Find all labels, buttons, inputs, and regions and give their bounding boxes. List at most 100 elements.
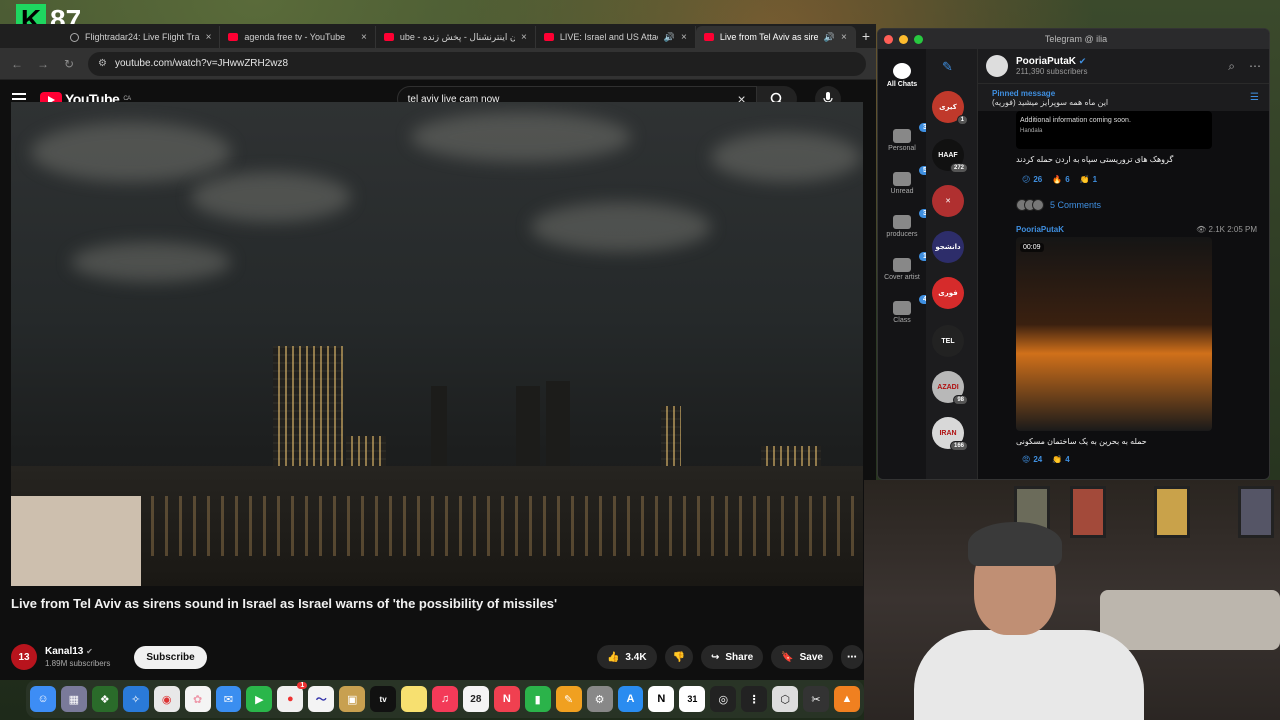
folder-cover-artist[interactable]: 1 Cover artist [878, 252, 931, 281]
chat-avatar[interactable]: TEL [932, 325, 964, 357]
chat-avatar[interactable]: HAAF 272 [932, 139, 968, 173]
stash-icon[interactable]: ❖ [91, 686, 118, 712]
tab-iran-international[interactable]: ube - ایران اینترنشنال - پخش زنده × [376, 26, 536, 48]
comments-link[interactable]: 5 Comments [1016, 199, 1101, 211]
reaction-fire[interactable]: 🔥 6 [1052, 175, 1069, 184]
messages-icon[interactable]: ● 1 [277, 682, 308, 712]
pin-list-icon[interactable]: ☰ [1250, 92, 1259, 103]
preview-icon[interactable]: ▣ [339, 686, 366, 712]
channel-title-text: PooriaPutaK [1016, 56, 1077, 67]
chat-avatar[interactable]: ✕ [932, 185, 964, 217]
pinned-message-bar[interactable]: Pinned message این ماه همه سوپرایز میشید… [978, 83, 1269, 111]
chat-avatar[interactable]: فوری [932, 277, 964, 309]
photos-icon[interactable]: ✿ [184, 686, 211, 712]
close-window-button[interactable] [884, 34, 893, 44]
back-icon[interactable]: ← [10, 57, 24, 71]
calendar-icon[interactable]: 28 [462, 686, 489, 712]
tab-agenda[interactable]: agenda free tv - YouTube × [220, 26, 376, 48]
compose-icon[interactable]: ✎ [942, 59, 953, 75]
freeform-icon[interactable]: 〜 [308, 686, 335, 712]
site-info-icon[interactable]: ⚙ [98, 58, 107, 69]
save-button[interactable]: 🔖 Save [771, 645, 833, 669]
reaction-emoji: 😕 [1022, 175, 1031, 184]
folder-class[interactable]: 4 Class [878, 295, 931, 324]
message-reactions: 😕 26 🔥 6 👏 1 [1022, 175, 1097, 184]
app-store-icon[interactable]: A [617, 686, 644, 712]
cloud [191, 172, 351, 222]
channel-avatar[interactable]: 13 [11, 644, 37, 670]
logic-icon[interactable]: ◎ [710, 686, 737, 712]
calendar-app-icon[interactable]: 31 [679, 686, 706, 712]
message-author[interactable]: PooriaPutaK [1016, 225, 1064, 234]
close-icon[interactable]: × [841, 32, 847, 43]
like-button[interactable]: 👍 3.4K [596, 645, 657, 669]
message-image[interactable]: Additional information coming soon. Hand… [1016, 111, 1212, 149]
music-icon[interactable]: ♫ [431, 686, 458, 712]
channel-name[interactable]: Kanal13 ✔ [45, 646, 110, 657]
dislike-button[interactable]: 👎 [664, 645, 693, 669]
close-icon[interactable]: × [681, 32, 687, 43]
folder-producers[interactable]: 3 producers [878, 209, 931, 238]
chrome-icon[interactable]: ◉ [153, 686, 180, 712]
minimize-window-button[interactable] [899, 34, 908, 44]
vlc-icon[interactable]: ▲ [833, 686, 860, 712]
channel-meta[interactable]: PooriaPutaK ✔ 211,390 subscribers [1016, 56, 1087, 76]
tab-live-israel-us[interactable]: LIVE: Israel and US Attack 🔊 × [536, 26, 696, 48]
ableton-icon[interactable]: ⬡ [772, 686, 799, 712]
more-actions-button[interactable]: ⋯ [841, 645, 863, 669]
close-icon[interactable]: × [206, 32, 212, 43]
close-icon[interactable]: × [521, 32, 527, 43]
reaction-confused[interactable]: 😕 26 [1022, 175, 1042, 184]
bitwig-icon[interactable]: ⋮ [741, 686, 768, 712]
subscribe-button[interactable]: Subscribe [134, 645, 207, 669]
safari-icon[interactable]: ✧ [122, 686, 149, 712]
image-caption-text: Additional information coming soon. [1020, 117, 1131, 124]
finder-icon[interactable]: ☺ [30, 686, 56, 712]
folder-icon: 534 [893, 166, 939, 186]
folder-all-chats[interactable]: All Chats [878, 63, 926, 88]
facetime-icon[interactable]: ▶ [246, 686, 273, 712]
numbers-icon[interactable]: ▮ [524, 686, 551, 712]
video-message[interactable]: 00:09 [1016, 237, 1212, 431]
launchpad-icon[interactable]: ▦ [60, 686, 87, 712]
chat-avatar[interactable]: IRAN 166 [932, 417, 968, 451]
mail-icon[interactable]: ✉ [215, 686, 242, 712]
forward-icon[interactable]: → [36, 57, 50, 71]
chat-avatar[interactable]: کیری 1 [932, 91, 968, 125]
notes-icon[interactable] [401, 686, 427, 712]
settings-icon[interactable]: ⚙ [586, 686, 613, 712]
tab-flightradar[interactable]: Flightradar24: Live Flight Tra × [62, 26, 221, 48]
tab-title: agenda free tv - YouTube [244, 32, 346, 42]
reaction-clap[interactable]: 👏 1 [1080, 175, 1097, 184]
apple-tv-icon[interactable]: tv [370, 686, 397, 712]
wall-poster [1238, 486, 1274, 538]
tab-title: LIVE: Israel and US Attack [559, 32, 658, 42]
folder-icon: 3 [893, 209, 931, 229]
reload-icon[interactable]: ↻ [62, 57, 76, 71]
image-signature: Handala [1020, 128, 1043, 134]
channel-avatar[interactable] [986, 55, 1008, 77]
video-player[interactable] [11, 102, 863, 586]
url-field[interactable]: ⚙ youtube.com/watch?v=JHwwZRH2wz8 [88, 51, 866, 76]
news-icon[interactable]: N [493, 686, 520, 712]
tab-live-tel-aviv[interactable]: Live from Tel Aviv as siren 🔊 × [695, 26, 856, 48]
capcut-icon[interactable]: ✂ [803, 686, 829, 712]
folder-personal[interactable]: 395 Personal [878, 123, 939, 152]
channel-title: PooriaPutaK ✔ [1016, 56, 1087, 67]
reaction-angry[interactable]: 😡 24 [1022, 455, 1042, 464]
speaker-icon[interactable]: 🔊 [664, 32, 675, 43]
more-icon[interactable]: ⋯ [1249, 59, 1261, 74]
speaker-icon[interactable]: 🔊 [824, 32, 835, 43]
chat-avatar[interactable]: دانشجو [932, 231, 964, 263]
share-button[interactable]: ↪ Share [701, 645, 764, 669]
save-label: Save [799, 651, 823, 663]
zoom-window-button[interactable] [914, 34, 923, 44]
pages-icon[interactable]: ✎ [555, 686, 582, 712]
reaction-clap[interactable]: 👏 4 [1052, 455, 1069, 464]
search-icon[interactable]: ⌕ [1228, 59, 1235, 74]
new-tab-button[interactable]: + [856, 28, 876, 48]
close-icon[interactable]: × [361, 32, 367, 43]
folder-unread[interactable]: 534 Unread [878, 166, 939, 195]
notion-icon[interactable]: N [648, 686, 675, 712]
chat-avatar[interactable]: AZADI 98 [932, 371, 968, 405]
